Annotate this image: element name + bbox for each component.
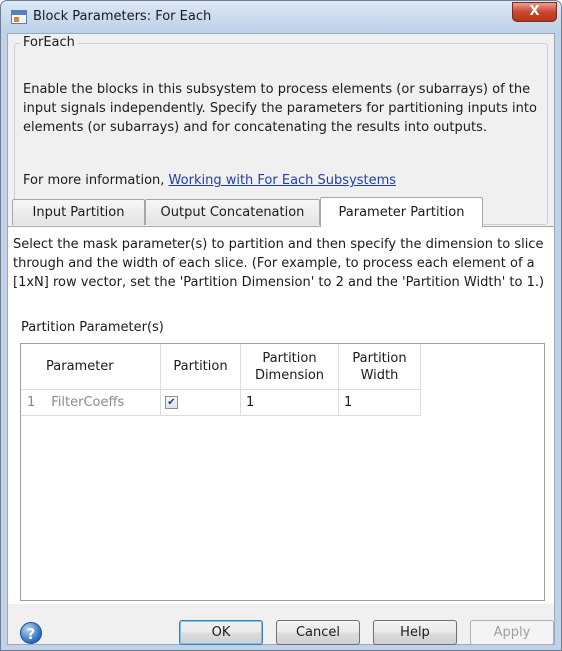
simulink-block-icon (11, 10, 27, 24)
width-cell[interactable]: 1 (339, 390, 421, 416)
header-partition: Partition (161, 344, 241, 390)
more-info-prefix: For more information, (23, 173, 169, 188)
partition-parameters-table: Parameter Partition Partition Dimension … (20, 343, 545, 601)
parameter-name: FilterCoeffs (51, 395, 125, 410)
for-each-docs-link[interactable]: Working with For Each Subsystems (169, 173, 397, 188)
title-bar[interactable]: Block Parameters: For Each X (1, 1, 561, 33)
more-info-text: For more information, Working with For E… (23, 173, 396, 188)
row-index: 1 (27, 395, 36, 410)
checkmark-icon: ✔ (167, 397, 176, 408)
header-parameter: Parameter (21, 344, 161, 390)
help-button[interactable]: Help (373, 620, 457, 645)
tab-input-partition[interactable]: Input Partition (12, 199, 145, 225)
partition-parameters-label: Partition Parameter(s) (21, 320, 164, 335)
parameter-cell: 1 FilterCoeffs (21, 390, 161, 416)
partition-cell: ✔ (161, 390, 241, 416)
partition-checkbox[interactable]: ✔ (165, 396, 178, 409)
dialog-body: ForEach Enable the blocks in this subsys… (7, 33, 555, 645)
close-button[interactable]: X (512, 2, 557, 22)
tab-bar: Input Partition Output Concatenation Par… (8, 197, 556, 227)
group-description: Enable the blocks in this subsystem to p… (23, 82, 537, 135)
tab-output-concatenation[interactable]: Output Concatenation (145, 199, 320, 225)
dialog-window: Block Parameters: For Each X ForEach Ena… (0, 0, 562, 651)
ok-button[interactable]: OK (179, 620, 263, 645)
header-partition-width: Partition Width (339, 344, 421, 390)
cancel-button[interactable]: Cancel (276, 620, 360, 645)
parameter-partition-panel: Select the mask parameter(s) to partitio… (8, 226, 554, 604)
apply-button[interactable]: Apply (470, 620, 554, 645)
panel-description: Select the mask parameter(s) to partitio… (13, 237, 545, 290)
header-partition-dimension: Partition Dimension (241, 344, 339, 390)
group-title: ForEach (20, 35, 78, 50)
dimension-cell[interactable]: 1 (241, 390, 339, 416)
tab-parameter-partition[interactable]: Parameter Partition (320, 197, 483, 227)
help-question-icon[interactable]: ? (20, 622, 42, 644)
window-title: Block Parameters: For Each (33, 9, 212, 24)
